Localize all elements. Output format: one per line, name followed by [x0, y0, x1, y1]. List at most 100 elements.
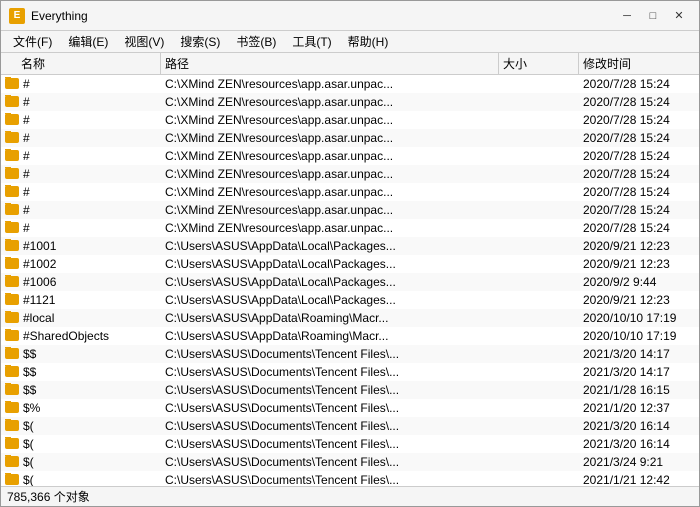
- file-name: $$: [23, 365, 36, 379]
- menu-view[interactable]: 视图(V): [116, 31, 172, 52]
- folder-icon: [5, 456, 19, 467]
- file-date-cell: 2020/9/21 12:23: [579, 293, 699, 307]
- menu-tools[interactable]: 工具(T): [284, 31, 339, 52]
- file-date-cell: 2020/10/10 17:19: [579, 311, 699, 325]
- file-name: #1121: [23, 293, 55, 307]
- table-row[interactable]: #C:\XMind ZEN\resources\app.asar.unpac..…: [1, 147, 699, 165]
- table-row[interactable]: $( C:\Users\ASUS\Documents\Tencent Files\…: [1, 435, 699, 453]
- menu-edit[interactable]: 编辑(E): [60, 31, 116, 52]
- folder-icon: [5, 474, 19, 485]
- file-date-cell: 2020/7/28 15:24: [579, 95, 699, 109]
- menu-search[interactable]: 搜索(S): [172, 31, 228, 52]
- file-date-cell: 2020/7/28 15:24: [579, 185, 699, 199]
- file-path-cell: C:\XMind ZEN\resources\app.asar.unpac...: [161, 221, 499, 235]
- table-row[interactable]: #C:\XMind ZEN\resources\app.asar.unpac..…: [1, 165, 699, 183]
- file-name-cell: $$: [1, 365, 161, 379]
- file-list[interactable]: #C:\XMind ZEN\resources\app.asar.unpac..…: [1, 75, 699, 486]
- file-date-cell: 2020/7/28 15:24: [579, 149, 699, 163]
- folder-icon: [5, 348, 19, 359]
- file-name: $(: [23, 473, 34, 486]
- col-header-name[interactable]: 名称: [1, 53, 161, 74]
- table-row[interactable]: #C:\XMind ZEN\resources\app.asar.unpac..…: [1, 183, 699, 201]
- menu-help[interactable]: 帮助(H): [340, 31, 397, 52]
- table-row[interactable]: $$ C:\Users\ASUS\Documents\Tencent Files\…: [1, 363, 699, 381]
- file-name: $(: [23, 437, 34, 451]
- file-date-cell: 2020/9/21 12:23: [579, 257, 699, 271]
- folder-icon: [5, 312, 19, 323]
- file-name: #: [23, 149, 30, 163]
- file-name-cell: #SharedObjects: [1, 329, 161, 343]
- folder-icon: [5, 204, 19, 215]
- close-button[interactable]: ✕: [667, 6, 691, 26]
- table-row[interactable]: #localC:\Users\ASUS\AppData\Roaming\Macr…: [1, 309, 699, 327]
- table-row[interactable]: #SharedObjectsC:\Users\ASUS\AppData\Roam…: [1, 327, 699, 345]
- file-path-cell: C:\XMind ZEN\resources\app.asar.unpac...: [161, 203, 499, 217]
- table-row[interactable]: $( C:\Users\ASUS\Documents\Tencent Files\…: [1, 471, 699, 486]
- minimize-button[interactable]: ─: [615, 6, 639, 26]
- file-name-cell: #: [1, 149, 161, 163]
- file-date-cell: 2020/7/28 15:24: [579, 131, 699, 145]
- folder-icon: [5, 168, 19, 179]
- file-path-cell: C:\XMind ZEN\resources\app.asar.unpac...: [161, 113, 499, 127]
- table-row[interactable]: $(C:\Users\ASUS\Documents\Tencent Files\…: [1, 453, 699, 471]
- col-header-size[interactable]: 大小: [499, 53, 579, 74]
- folder-icon: [5, 294, 19, 305]
- file-name-cell: $$: [1, 383, 161, 397]
- file-date-cell: 2020/7/28 15:24: [579, 77, 699, 91]
- table-row[interactable]: $( C:\Users\ASUS\Documents\Tencent Files\…: [1, 417, 699, 435]
- table-row[interactable]: $$C:\Users\ASUS\Documents\Tencent Files\…: [1, 345, 699, 363]
- file-name-cell: #: [1, 203, 161, 217]
- file-path-cell: C:\XMind ZEN\resources\app.asar.unpac...: [161, 131, 499, 145]
- file-name-cell: $$: [1, 347, 161, 361]
- table-row[interactable]: #C:\XMind ZEN\resources\app.asar.unpac..…: [1, 75, 699, 93]
- col-header-path[interactable]: 路径: [161, 53, 499, 74]
- status-count: 785,366 个对象: [7, 488, 90, 505]
- file-date-cell: 2021/3/20 16:14: [579, 437, 699, 451]
- table-row[interactable]: #C:\XMind ZEN\resources\app.asar.unpac..…: [1, 201, 699, 219]
- menu-file[interactable]: 文件(F): [5, 31, 60, 52]
- file-path-cell: C:\Users\ASUS\Documents\Tencent Files\..…: [161, 437, 499, 451]
- file-name: $$: [23, 347, 36, 361]
- table-row[interactable]: $%C:\Users\ASUS\Documents\Tencent Files\…: [1, 399, 699, 417]
- file-name: #local: [23, 311, 54, 325]
- maximize-button[interactable]: □: [641, 6, 665, 26]
- table-row[interactable]: #1001C:\Users\ASUS\AppData\Local\Package…: [1, 237, 699, 255]
- folder-icon: [5, 276, 19, 287]
- file-name: #: [23, 95, 30, 109]
- file-date-cell: 2020/9/2 9:44: [579, 275, 699, 289]
- table-row[interactable]: #1121C:\Users\ASUS\AppData\Local\Package…: [1, 291, 699, 309]
- table-row[interactable]: #C:\XMind ZEN\resources\app.asar.unpac..…: [1, 93, 699, 111]
- file-name-cell: $(: [1, 455, 161, 469]
- menu-bookmarks[interactable]: 书签(B): [228, 31, 284, 52]
- file-name-cell: $%: [1, 401, 161, 415]
- col-header-date[interactable]: 修改时间: [579, 53, 699, 74]
- file-name: $%: [23, 401, 40, 415]
- folder-icon: [5, 438, 19, 449]
- table-row[interactable]: #C:\XMind ZEN\resources\app.asar.unpac..…: [1, 129, 699, 147]
- file-path-cell: C:\Users\ASUS\AppData\Local\Packages...: [161, 257, 499, 271]
- table-row[interactable]: #1002 C:\Users\ASUS\AppData\Local\Package…: [1, 255, 699, 273]
- file-name-cell: #: [1, 113, 161, 127]
- folder-icon: [5, 186, 19, 197]
- file-date-cell: 2021/1/20 12:37: [579, 401, 699, 415]
- folder-icon: [5, 420, 19, 431]
- file-name-cell: $(: [1, 437, 161, 451]
- file-name: $(: [23, 419, 34, 433]
- file-name: #1002: [23, 257, 56, 271]
- table-row[interactable]: #1006C:\Users\ASUS\AppData\Local\Package…: [1, 273, 699, 291]
- folder-icon: [5, 330, 19, 341]
- file-path-cell: C:\Users\ASUS\Documents\Tencent Files\..…: [161, 383, 499, 397]
- file-path-cell: C:\Users\ASUS\Documents\Tencent Files\..…: [161, 473, 499, 486]
- window-title: Everything: [31, 9, 88, 23]
- file-date-cell: 2021/3/20 16:14: [579, 419, 699, 433]
- title-bar: E Everything ─ □ ✕: [1, 1, 699, 31]
- file-path-cell: C:\Users\ASUS\Documents\Tencent Files\..…: [161, 365, 499, 379]
- app-icon: E: [9, 8, 25, 24]
- column-header: 名称 路径 大小 修改时间: [1, 53, 699, 75]
- file-date-cell: 2021/1/28 16:15: [579, 383, 699, 397]
- file-path-cell: C:\Users\ASUS\Documents\Tencent Files\..…: [161, 419, 499, 433]
- table-row[interactable]: $$C:\Users\ASUS\Documents\Tencent Files\…: [1, 381, 699, 399]
- table-row[interactable]: #C:\XMind ZEN\resources\app.asar.unpac..…: [1, 219, 699, 237]
- title-controls: ─ □ ✕: [615, 6, 691, 26]
- table-row[interactable]: #C:\XMind ZEN\resources\app.asar.unpac..…: [1, 111, 699, 129]
